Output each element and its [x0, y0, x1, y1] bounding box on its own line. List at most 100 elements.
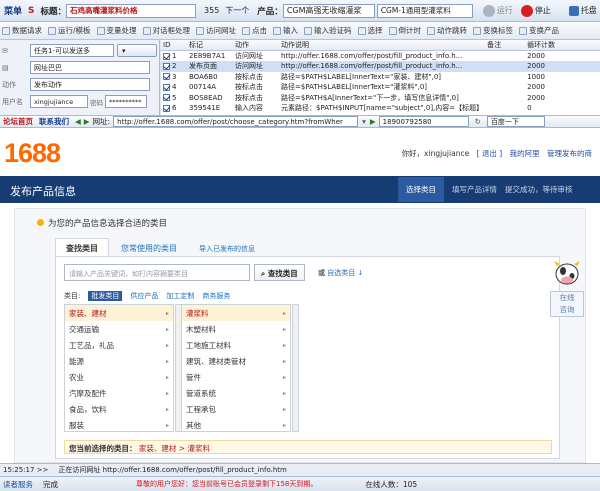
action-select[interactable]: 选择 — [357, 25, 383, 36]
category-search-input[interactable]: 请输入产品关键词，如打内容摘要类目 — [64, 264, 250, 281]
stop-icon[interactable] — [520, 4, 533, 17]
category-item[interactable]: 木塑材料 ▸ — [182, 321, 290, 337]
find-category-button[interactable]: ⌕ 查找类目 — [254, 264, 305, 281]
row-checkbox[interactable] — [163, 62, 170, 70]
category-item[interactable]: 其他 ▸ — [182, 417, 290, 431]
type-wholesale[interactable]: 批发类目 — [88, 291, 123, 301]
my-alibaba-link[interactable]: 我的阿里 — [510, 149, 540, 158]
run-button[interactable]: 运行 — [497, 5, 513, 16]
product-select[interactable]: CGM高强无收缩灌浆 — [282, 3, 375, 18]
tab-find-category[interactable]: 查找类目 — [55, 238, 109, 258]
tray-button[interactable]: 托盘 — [581, 5, 597, 16]
run-icon[interactable] — [482, 4, 495, 17]
table-row[interactable]: 2 发布页面 访问网址 http://offer.1688.com/offer/pos… — [161, 61, 600, 72]
action-change-tag[interactable]: 变换标签 — [473, 25, 513, 36]
action-jump[interactable]: 动作跳转 — [427, 25, 467, 36]
next-button[interactable]: 下一个 — [225, 5, 249, 16]
row-checkbox[interactable] — [163, 83, 170, 91]
title-label: 标题： — [40, 6, 67, 17]
custom-category-link[interactable]: 自选类目 ↓ — [327, 269, 363, 277]
action-input[interactable]: 输入 — [273, 25, 298, 36]
category-item[interactable]: 家装、建材 ▸ — [65, 305, 173, 321]
forward-icon[interactable]: ▶ — [84, 117, 90, 126]
chevron-right-icon: ▸ — [165, 325, 169, 333]
category-item[interactable]: 灌浆料 ▸ — [182, 305, 290, 321]
table-row[interactable]: 6 359541E 输入内容 元素路径：$PATH$INPUT[name="subje… — [161, 103, 600, 114]
chevron-right-icon: ▸ — [282, 421, 286, 429]
back-icon[interactable]: ◀ — [75, 117, 81, 126]
action-dialog[interactable]: 对话框处理 — [142, 25, 190, 36]
type-supply[interactable]: 供应产品 — [130, 291, 158, 301]
phone-field[interactable]: 18900792580 — [378, 116, 469, 127]
bulb-icon — [37, 219, 44, 226]
action-countdown[interactable]: 倒计时 — [388, 25, 421, 36]
action-data-request[interactable]: 数据请求 — [2, 25, 42, 36]
category-item[interactable]: 建筑、建材类管材 ▸ — [182, 353, 290, 369]
table-row[interactable]: 1 2E89B7A1 访问网址 http://offer.1688.com/offer… — [161, 51, 600, 62]
manage-products-link[interactable]: 管理发布的商 — [547, 149, 592, 158]
row-checkbox[interactable] — [163, 94, 170, 102]
grid-cell-mark: 发布页面 — [187, 61, 233, 72]
logout-link[interactable]: [ 退出 ] — [477, 149, 503, 158]
task-select[interactable]: 任务1-可以发送多 — [30, 44, 114, 57]
username-field[interactable]: xingjujiance — [30, 95, 88, 108]
category-item[interactable]: 农业 ▸ — [65, 369, 173, 385]
refresh-icon[interactable]: ↻ — [475, 117, 481, 126]
log-bar: 15:25:17 >> 正在访问网址 http://offer.1688.com… — [0, 463, 600, 476]
menu-button[interactable]: 菜单 — [4, 4, 22, 17]
col-note-header[interactable]: 备注 — [485, 40, 526, 51]
col-id-header[interactable]: ID — [161, 40, 187, 51]
action-run-template[interactable]: 运行/模板 — [48, 25, 91, 36]
go-icon[interactable]: ▶ — [370, 117, 376, 126]
product-label: 产品： — [257, 6, 283, 17]
forum-home-link[interactable]: 论坛首页 — [3, 116, 33, 127]
category-item[interactable]: 工程承包 ▸ — [182, 401, 290, 417]
tray-icon[interactable] — [568, 5, 579, 16]
category-item[interactable]: 交通运输 ▸ — [65, 321, 173, 337]
contact-link[interactable]: 联系我们 — [39, 116, 69, 127]
category-item[interactable]: 服装 ▸ — [65, 417, 173, 431]
reader-service-link[interactable]: 读者服务 — [3, 479, 33, 490]
site-field[interactable]: 网址巴巴 — [30, 61, 150, 74]
category-item[interactable]: 管道系统 ▸ — [182, 385, 290, 401]
category-item[interactable]: 管件 ▸ — [182, 369, 290, 385]
greeting-text: 你好，xingjujiance — [401, 149, 470, 158]
task-filter-button[interactable]: ▾ — [117, 44, 157, 57]
grid-cell-desc: 元素路径：$PATH$INPUT[name="subject",0],内容=【标… — [281, 104, 484, 113]
type-service[interactable]: 商务服务 — [202, 291, 230, 301]
category-item[interactable]: 工艺品，礼品 ▸ — [65, 337, 173, 353]
level2-scrollbar[interactable] — [292, 304, 299, 432]
table-row[interactable]: 3 BOA6B0 按标点击 路径=$PATH$LABEL[InnerText="家装、… — [161, 72, 600, 83]
category-item[interactable]: 汽摩及配件 ▸ — [65, 385, 173, 401]
action-select[interactable]: 发布动作 — [30, 78, 150, 91]
product-sub-select[interactable]: CGM-1通用型灌浆料 — [376, 3, 473, 18]
site-logo[interactable]: 1688 — [4, 138, 61, 169]
url-field[interactable]: http://offer.1688.com/offer/post/choose_… — [113, 116, 359, 127]
category-item[interactable]: 食品，饮料 ▸ — [65, 401, 173, 417]
col-mark-header[interactable]: 标记 — [187, 40, 233, 51]
col-count-header[interactable]: 循环计数 — [525, 40, 600, 51]
title-field[interactable]: 石鸡高嘴灌浆料价格 — [66, 3, 197, 18]
category-item[interactable]: 能源 ▸ — [65, 353, 173, 369]
action-visit-url[interactable]: 访问网址 — [196, 25, 236, 36]
table-row[interactable]: 5 BOS8EAD 按标点击 路径=$PATH$A[InnerText="下一步，填写… — [161, 93, 600, 104]
action-click[interactable]: 点击 — [242, 25, 267, 36]
col-desc-header[interactable]: 动作说明 — [279, 40, 486, 51]
online-consult-button[interactable]: 在线 咨询 — [550, 291, 584, 317]
category-item[interactable]: 工地施工材料 ▸ — [182, 337, 290, 353]
grid-cell-note — [485, 51, 525, 62]
row-checkbox[interactable] — [163, 73, 170, 81]
table-row[interactable]: 4 00714A 按标点击 路径=$PATH$LABEL[InnerText="灌浆料… — [161, 82, 600, 93]
type-custom[interactable]: 加工定制 — [166, 291, 194, 301]
col-action-header[interactable]: 动作 — [233, 40, 279, 51]
url-dropdown-icon[interactable]: ▾ — [362, 117, 366, 126]
action-variable[interactable]: 变量处理 — [96, 25, 137, 36]
row-checkbox[interactable] — [163, 52, 170, 60]
action-label: 动作 — [2, 80, 16, 89]
password-field[interactable]: ********** — [105, 95, 147, 108]
action-change-product[interactable]: 变换产品 — [519, 25, 559, 36]
row-checkbox[interactable] — [163, 104, 170, 112]
baidu-search-button[interactable]: 百度一下 — [486, 116, 545, 127]
action-captcha[interactable]: 输入验证码 — [304, 25, 352, 36]
stop-button[interactable]: 停止 — [535, 5, 551, 16]
